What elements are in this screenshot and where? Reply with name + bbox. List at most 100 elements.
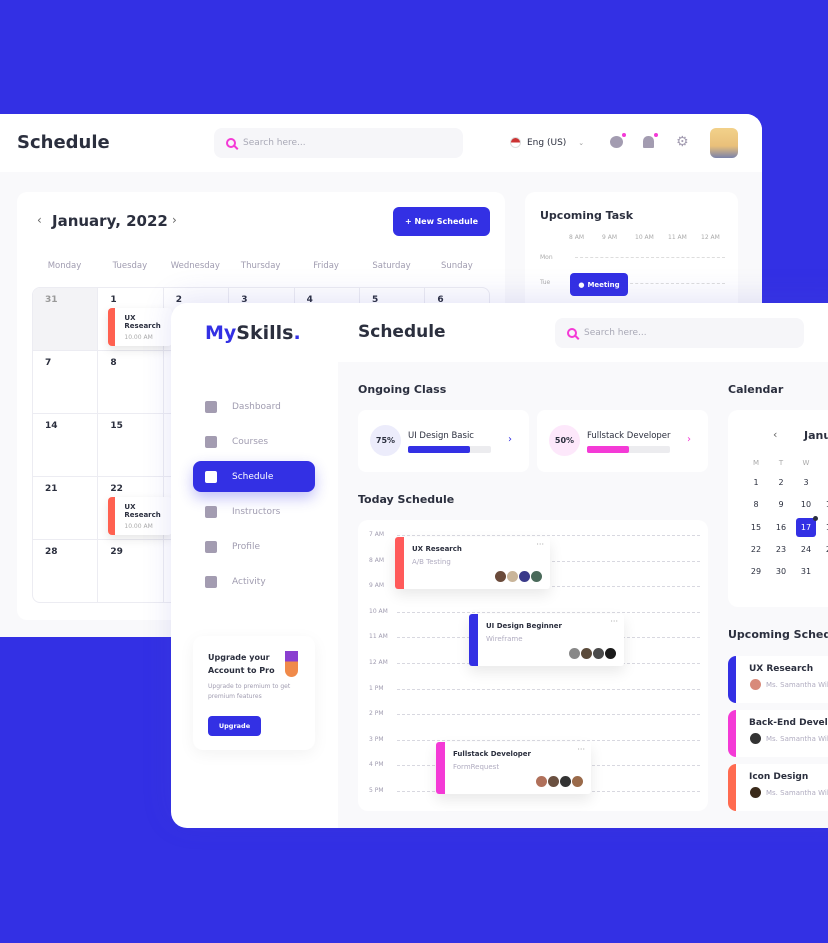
day-cell[interactable]: 14 [33,414,99,477]
more-options-icon[interactable]: ··· [536,540,544,549]
calendar-day[interactable]: 4 [821,478,828,488]
hour-label: 9 AM [602,234,618,241]
sidebar-item-instructors[interactable]: Instructors [193,496,315,527]
schedule-event[interactable]: UX Research 10.00 AM [108,308,173,346]
language-select[interactable]: Eng (US) ⌄ [510,137,584,148]
upcoming-title: Icon Design [749,772,809,782]
progress-bar [408,446,491,453]
calendar-day[interactable]: 18 [821,523,828,533]
schedule-event[interactable]: UI Design Beginner Wireframe ··· [469,614,624,666]
calendar-day[interactable]: 15 [746,523,766,533]
calendar-day[interactable]: 2 [771,478,791,488]
calendar-day[interactable]: 11 [821,500,828,510]
upgrade-text: Upgrade to premium to get premium featur… [208,683,291,700]
calendar-day[interactable]: 25 [821,545,828,555]
calendar-day[interactable]: 23 [771,545,791,555]
day-cell[interactable]: 7 [33,351,99,414]
sidebar-item-schedule[interactable]: Schedule [193,461,315,492]
upcoming-item[interactable]: UX Research Ms. Samantha William [728,656,828,703]
time-label: 10 AM [369,607,388,615]
profile-icon [205,540,217,553]
sidebar-item-profile[interactable]: Profile [193,531,315,562]
day-number: 29 [110,547,123,557]
schedule-icon [205,470,217,483]
prev-month-icon[interactable]: ‹ [37,213,42,227]
avatar [548,776,559,787]
search-placeholder: Search here... [243,138,306,148]
time-label: 11 AM [369,633,388,641]
chat-icon[interactable] [610,133,626,148]
upcoming-instructor: Ms. Samantha William [749,679,828,690]
more-options-icon[interactable]: ··· [610,617,618,626]
sidebar-item-activity[interactable]: Activity [193,566,315,597]
next-month-icon[interactable]: › [172,213,177,227]
search-icon [567,328,577,338]
day-number: 21 [45,484,58,494]
time-label: 4 PM [369,761,384,769]
more-options-icon[interactable]: ··· [577,745,585,754]
schedule-event[interactable]: UX Research 10.00 AM [108,497,173,535]
calendar-day[interactable]: 30 [771,567,791,577]
day-cell[interactable]: 15 [98,414,164,477]
day-cell[interactable]: 31 [33,288,99,351]
front-window: MySkills. Schedule Search here... Upgrad… [171,303,828,828]
event-time: 10.00 AM [124,523,153,530]
gear-icon[interactable]: ⚙ [676,134,689,150]
calendar-day[interactable]: 10 [796,500,816,510]
calendar-day[interactable]: 9 [771,500,791,510]
sidebar-item-courses[interactable]: Courses [193,426,315,457]
event-color-bar [395,537,404,589]
page-title: Schedule [358,322,446,342]
day-number: 7 [45,358,52,368]
sidebar-item-label: Profile [232,541,260,552]
calendar-day[interactable]: 1 [746,478,766,488]
sidebar-item-dashboard[interactable]: Dashboard [193,391,315,422]
calendar-day[interactable]: 8 [746,500,766,510]
instructor-name: Ms. Samantha William [766,788,828,797]
calendar-day[interactable]: 22 [746,545,766,555]
avatar [605,648,616,659]
calendar-day[interactable]: 17 [796,515,818,537]
avatar[interactable] [710,128,738,158]
search-input[interactable]: Search here... [214,128,463,158]
day-cell[interactable]: 29 [98,540,164,602]
avatar [519,571,530,582]
day-cell[interactable]: 8 [98,351,164,414]
schedule-event[interactable]: Fullstack Developer FormRequest ··· [436,742,591,794]
prev-month-icon[interactable]: ‹ [773,428,777,441]
schedule-event[interactable]: UX Research A/B Testing ··· [395,537,550,589]
upcoming-schedule-title: Upcoming Schedule [728,628,828,641]
calendar-day[interactable]: 16 [771,523,791,533]
bell-icon[interactable] [643,133,658,148]
day-cell[interactable]: 28 [33,540,99,602]
calendar-day[interactable]: 31 [796,567,816,577]
day-number: 31 [45,295,58,305]
progress-fill [408,446,471,453]
logo-rest: Skills [236,322,294,344]
upgrade-button[interactable]: Upgrade [208,716,261,736]
calendar-day[interactable]: 29 [746,567,766,577]
upcoming-item[interactable]: Icon Design Ms. Samantha William [728,764,828,811]
upcoming-item[interactable]: Back-End Development Ms. Samantha William [728,710,828,757]
day-cell[interactable]: 21 [33,477,99,540]
calendar-day[interactable]: 24 [796,545,816,555]
day-number: 14 [45,421,58,431]
new-schedule-button[interactable]: + New Schedule [393,207,490,236]
weekday-label: Thursday [240,261,281,271]
search-input[interactable]: Search here... [555,318,804,348]
avatar [560,776,571,787]
calendar-title: Calendar [728,383,784,396]
calendar-day[interactable]: 3 [796,478,816,488]
page-title: Schedule [17,132,110,153]
event-color-bar [728,710,736,757]
event-title: UX Research [124,314,161,330]
meeting-event[interactable]: ● Meeting [570,273,628,296]
progress-percent: 75% [370,425,401,456]
time-gridline [397,535,700,536]
event-dot [813,515,818,521]
ongoing-class-card[interactable]: 50% Fullstack Developer › [537,410,708,472]
ongoing-class-card[interactable]: 75% UI Design Basic › [358,410,529,472]
today-schedule-card: 7 AM 8 AM 9 AM 10 AM 11 AM 12 AM 1 PM 2 PM 3 PM 4… [358,520,708,811]
chevron-right-icon[interactable]: › [687,434,691,445]
chevron-right-icon[interactable]: › [508,434,512,445]
